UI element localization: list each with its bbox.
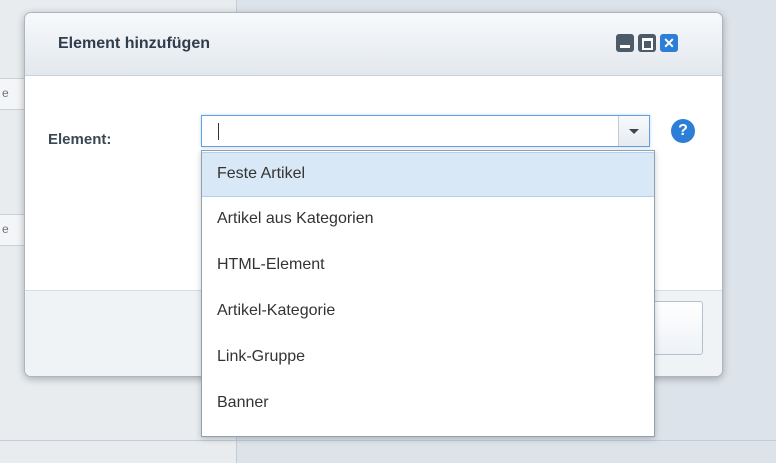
close-icon[interactable]: ✕ [660,34,678,52]
maximize-icon[interactable] [638,34,656,52]
help-icon[interactable]: ? [671,119,695,143]
text-caret [218,123,219,140]
dialog-titlebar[interactable]: Element hinzufügen ✕ [25,13,722,76]
element-combobox[interactable] [201,115,650,147]
element-field-label: Element: [48,131,112,148]
background-tab-stub: e [0,78,25,110]
dropdown-option[interactable]: Artikel-Kategorie [202,290,654,335]
dialog-title: Element hinzufügen [58,35,210,52]
chevron-down-icon[interactable] [618,116,649,146]
dropdown-option[interactable]: Link-Gruppe [202,336,654,381]
dropdown-option[interactable]: HTML-Element [202,244,654,289]
dropdown-option[interactable]: Banner [202,382,654,427]
dropdown-option[interactable]: Feste Artikel [202,152,654,197]
dropdown-option[interactable]: Artikel aus Kategorien [202,198,654,243]
background-divider-horizontal [0,440,776,441]
background-tab-stub: e [0,214,25,246]
element-dropdown-list: Feste Artikel Artikel aus Kategorien HTM… [201,150,655,437]
minimize-icon[interactable] [616,34,634,52]
